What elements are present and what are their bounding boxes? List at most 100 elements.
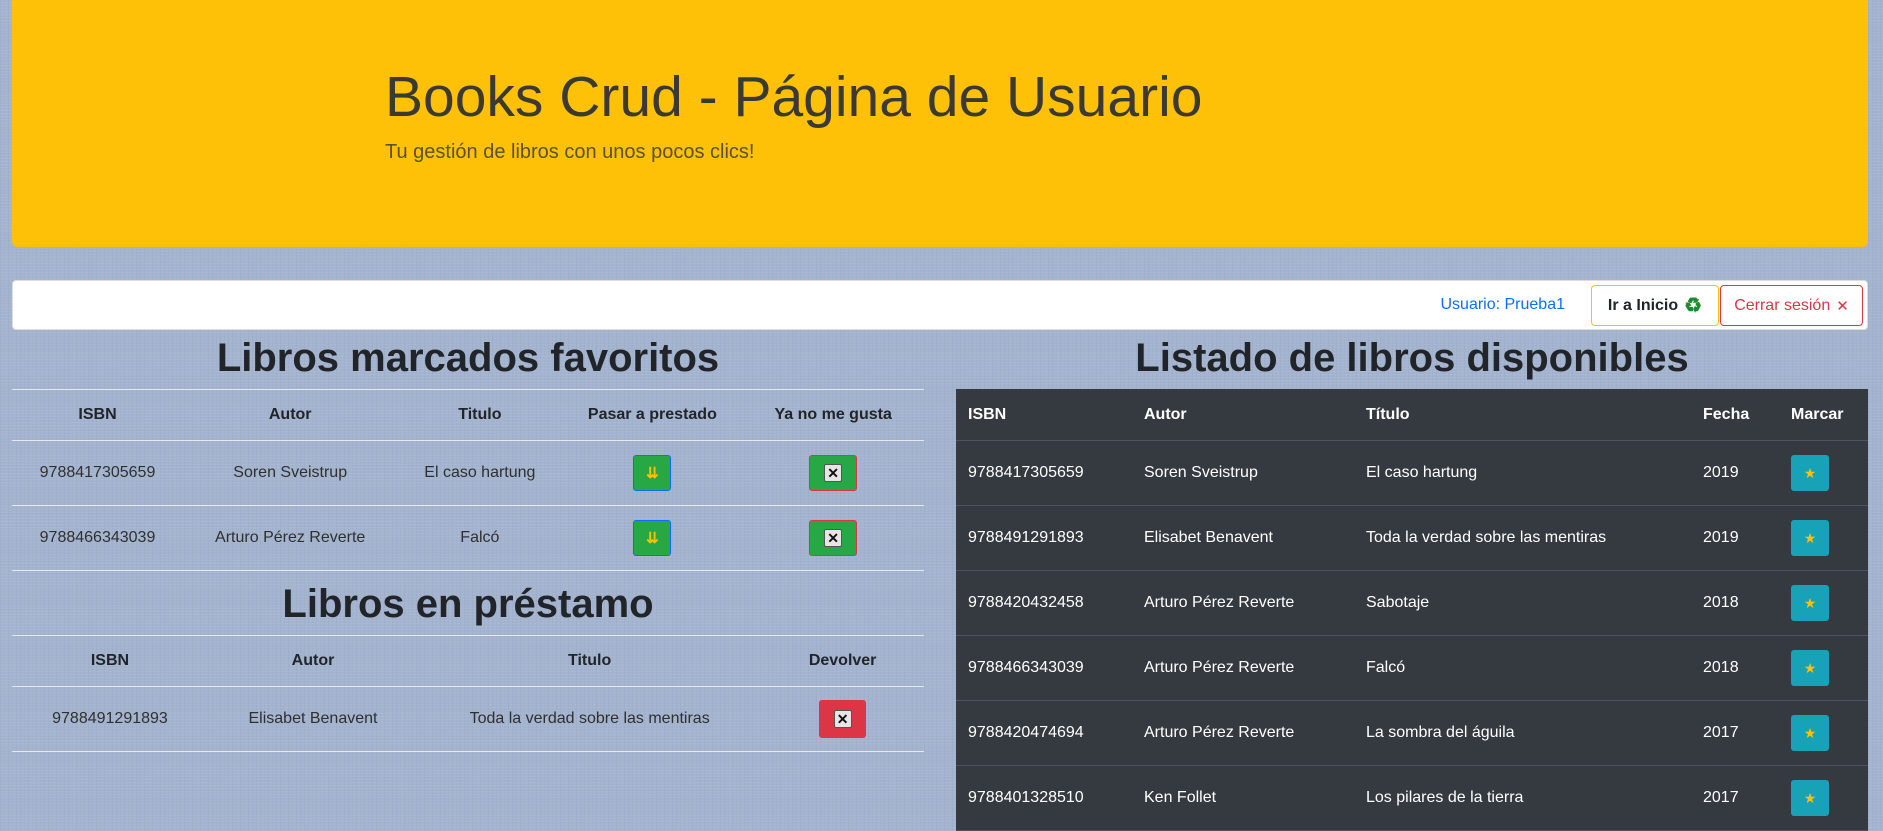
- mark-favorite-button[interactable]: ★: [1791, 650, 1829, 686]
- author-cell: Ken Follet: [1132, 765, 1354, 831]
- isbn-cell: 9788420432458: [956, 570, 1132, 636]
- table-row: 9788420474694 Arturo Pérez Reverte La so…: [956, 700, 1868, 766]
- table-row: 9788420432458 Arturo Pérez Reverte Sabot…: [956, 570, 1868, 636]
- user-navbar: Usuario: Prueba1 Ir a Inicio ♻ Cerrar se…: [12, 280, 1868, 330]
- table-row: 9788417305659 Soren Sveistrup El caso ha…: [956, 440, 1868, 506]
- home-button-label: Ir a Inicio: [1607, 296, 1679, 314]
- isbn-cell: 9788401328510: [956, 765, 1132, 831]
- logout-button[interactable]: Cerrar sesión ✕: [1720, 285, 1863, 326]
- loans-table: ISBN Autor Titulo Devolver 9788491291893…: [12, 635, 924, 752]
- mark-favorite-button[interactable]: ★: [1791, 715, 1829, 751]
- title-cell: Los pilares de la tierra: [1354, 765, 1691, 831]
- isbn-cell: 9788420474694: [956, 700, 1132, 766]
- column-header: Autor: [183, 389, 398, 441]
- column-header: ISBN: [12, 389, 184, 441]
- column-header: Título: [1354, 389, 1691, 441]
- remove-cell: ✕: [742, 505, 924, 571]
- star-icon: ★: [1803, 529, 1817, 546]
- isbn-cell: 9788466343039: [12, 505, 184, 571]
- mark-cell: ★: [1779, 765, 1868, 831]
- mark-cell: ★: [1779, 570, 1868, 636]
- home-button[interactable]: Ir a Inicio ♻: [1591, 285, 1719, 326]
- column-header: Pasar a prestado: [562, 389, 743, 441]
- isbn-cell: 9788417305659: [12, 440, 184, 506]
- date-cell: 2017: [1691, 700, 1779, 766]
- favorites-title: Libros marcados favoritos: [216, 336, 720, 380]
- loans-title: Libros en préstamo: [282, 582, 654, 626]
- mark-favorite-button[interactable]: ★: [1791, 455, 1829, 491]
- user-label[interactable]: Usuario: Prueba1: [1440, 296, 1565, 314]
- column-header: Titulo: [397, 389, 563, 441]
- title-cell: La sombra del águila: [1354, 700, 1691, 766]
- header-jumbotron: Books Crud - Página de Usuario Tu gestió…: [12, 0, 1868, 247]
- title-cell: Toda la verdad sobre las mentiras: [1354, 505, 1691, 571]
- recycle-icon: ♻: [1684, 294, 1703, 317]
- close-icon: ✕: [824, 529, 843, 547]
- mark-cell: ★: [1779, 505, 1868, 571]
- lend-cell: ⇊: [562, 505, 743, 571]
- author-cell: Arturo Pérez Reverte: [1132, 700, 1354, 766]
- star-icon: ★: [1803, 789, 1817, 806]
- logout-button-label: Cerrar sesión: [1734, 296, 1831, 314]
- isbn-cell: 9788466343039: [956, 635, 1132, 701]
- return-button[interactable]: ✕: [819, 700, 867, 738]
- mark-cell: ★: [1779, 440, 1868, 506]
- remove-favorite-button[interactable]: ✕: [809, 455, 858, 491]
- column-header: Autor: [207, 635, 419, 687]
- column-header: ISBN: [956, 389, 1132, 441]
- close-icon: ✕: [1836, 297, 1849, 315]
- available-title: Listado de libros disponibles: [1135, 336, 1689, 380]
- return-cell: ✕: [761, 686, 924, 752]
- double-arrow-down-icon: ⇊: [646, 530, 659, 547]
- title-cell: Falcó: [1354, 635, 1691, 701]
- column-header: Marcar: [1779, 389, 1868, 441]
- mark-favorite-button[interactable]: ★: [1791, 585, 1829, 621]
- title-cell: El caso hartung: [397, 440, 563, 506]
- author-cell: Elisabet Benavent: [207, 686, 419, 752]
- mark-favorite-button[interactable]: ★: [1791, 520, 1829, 556]
- column-header: ISBN: [12, 635, 208, 687]
- available-table: ISBN Autor Título Fecha Marcar 978841730…: [956, 389, 1868, 831]
- date-cell: 2018: [1691, 635, 1779, 701]
- column-header: Devolver: [761, 635, 924, 687]
- table-row: 9788466343039 Arturo Pérez Reverte Falcó…: [12, 505, 924, 571]
- lend-button[interactable]: ⇊: [633, 455, 672, 491]
- table-row: 9788466343039 Arturo Pérez Reverte Falcó…: [956, 635, 1868, 701]
- mark-cell: ★: [1779, 700, 1868, 766]
- available-header-row: ISBN Autor Título Fecha Marcar: [956, 389, 1868, 441]
- table-row: 9788401328510 Ken Follet Los pilares de …: [956, 765, 1868, 831]
- close-icon: ✕: [833, 710, 852, 728]
- column-header: Autor: [1132, 389, 1354, 441]
- star-icon: ★: [1803, 724, 1817, 741]
- author-cell: Arturo Pérez Reverte: [183, 505, 398, 571]
- mark-cell: ★: [1779, 635, 1868, 701]
- page-title: Books Crud - Página de Usuario: [385, 65, 1203, 129]
- author-cell: Soren Sveistrup: [1132, 440, 1354, 506]
- remove-favorite-button[interactable]: ✕: [809, 520, 858, 556]
- isbn-cell: 9788491291893: [12, 686, 208, 752]
- star-icon: ★: [1803, 659, 1817, 676]
- author-cell: Arturo Pérez Reverte: [1132, 635, 1354, 701]
- column-header: Ya no me gusta: [742, 389, 924, 441]
- date-cell: 2019: [1691, 440, 1779, 506]
- close-icon: ✕: [824, 464, 843, 482]
- table-row: 9788491291893 Elisabet Benavent Toda la …: [956, 505, 1868, 571]
- page-subtitle: Tu gestión de libros con unos pocos clic…: [385, 141, 755, 163]
- favorites-table: ISBN Autor Titulo Pasar a prestado Ya no…: [12, 389, 924, 571]
- loans-header-row: ISBN Autor Titulo Devolver: [12, 635, 924, 687]
- mark-favorite-button[interactable]: ★: [1791, 780, 1829, 816]
- title-cell: El caso hartung: [1354, 440, 1691, 506]
- author-cell: Soren Sveistrup: [183, 440, 398, 506]
- title-cell: Falcó: [397, 505, 563, 571]
- author-cell: Elisabet Benavent: [1132, 505, 1354, 571]
- table-row: 9788491291893 Elisabet Benavent Toda la …: [12, 686, 924, 752]
- date-cell: 2017: [1691, 765, 1779, 831]
- isbn-cell: 9788417305659: [956, 440, 1132, 506]
- date-cell: 2018: [1691, 570, 1779, 636]
- title-cell: Toda la verdad sobre las mentiras: [418, 686, 762, 752]
- favorites-header-row: ISBN Autor Titulo Pasar a prestado Ya no…: [12, 389, 924, 441]
- author-cell: Arturo Pérez Reverte: [1132, 570, 1354, 636]
- star-icon: ★: [1803, 594, 1817, 611]
- double-arrow-down-icon: ⇊: [646, 465, 659, 482]
- lend-button[interactable]: ⇊: [633, 520, 672, 556]
